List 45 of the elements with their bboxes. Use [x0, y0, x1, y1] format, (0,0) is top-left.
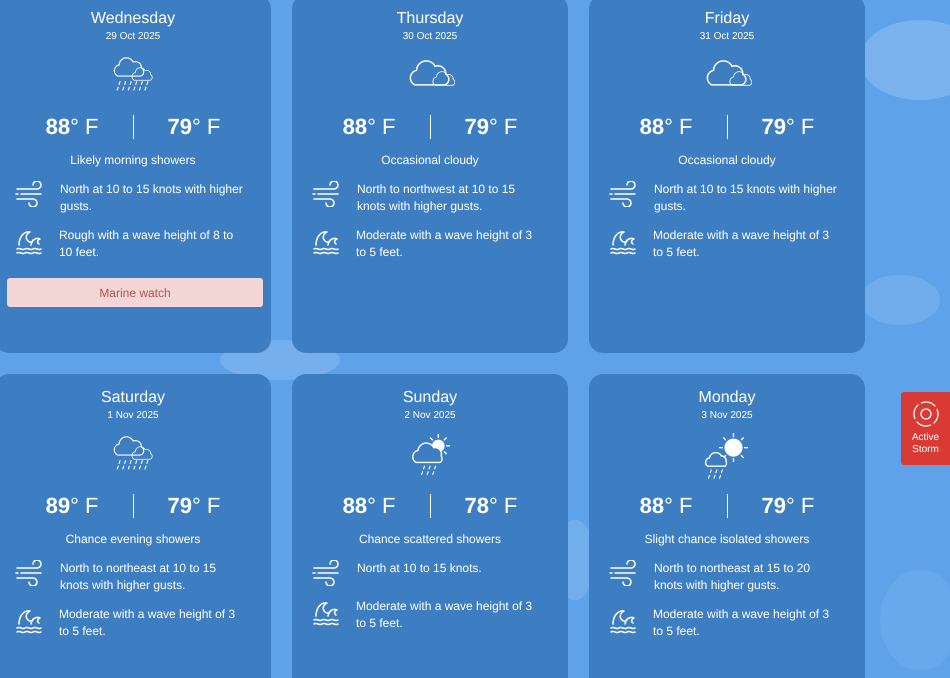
condition-text: Chance scattered showers [358, 531, 502, 547]
low-temperature: 79° F [464, 114, 518, 140]
wave-text: Moderate with a wave height of 3 to 5 feet. [356, 227, 534, 261]
date: 30 Oct 2025 [402, 30, 458, 44]
day-name: Wednesday [90, 9, 176, 29]
date: 1 Nov 2025 [107, 409, 159, 423]
low-temperature: 79° F [762, 493, 814, 519]
wind-text: North to northeast at 15 to 20 knots with higher gusts. [654, 560, 812, 594]
high-temperature: 88° F [342, 114, 396, 140]
condition-text: Occasional cloudy [381, 152, 479, 168]
wind-text: North at 10 to 15 knots. [357, 560, 483, 577]
date: 31 Oct 2025 [700, 30, 754, 44]
hurricane-icon [910, 399, 940, 429]
day-name: Friday [704, 9, 750, 29]
day-name: Monday [698, 388, 756, 408]
wind-text: North to northwest at 10 to 15 knots with higher gusts. [357, 181, 516, 215]
active-storm-button[interactable]: Active Storm [901, 392, 950, 465]
wave-text: Moderate with a wave height of 3 to 5 feet. [653, 227, 830, 261]
day-name: Thursday [396, 9, 464, 29]
wave-text: Moderate with a wave height of 3 to 5 feet. [653, 606, 830, 640]
high-temperature: 88° F [640, 114, 692, 140]
wind-text: North to northeast at 10 to 15 knots with higher gusts. [60, 560, 218, 594]
wave-text: Moderate with a wave height of 3 to 5 feet. [356, 598, 534, 632]
low-temperature: 78° F [464, 493, 518, 519]
high-temperature: 88° F [640, 493, 692, 519]
wind-text: North at 10 to 15 knots with higher gusts. [60, 181, 244, 215]
wave-text: Moderate with a wave height of 3 to 5 feet. [59, 606, 236, 640]
condition-text: Slight chance isolated showers [644, 531, 810, 547]
wind-text: North at 10 to 15 knots with higher gusts. [654, 181, 838, 215]
date: 2 Nov 2025 [404, 409, 456, 423]
date: 3 Nov 2025 [701, 409, 753, 423]
low-temperature: 79° F [168, 493, 220, 519]
date: 29 Oct 2025 [106, 30, 160, 44]
high-temperature: 89° F [46, 493, 98, 519]
day-name: Sunday [402, 388, 458, 408]
marine-watch-button[interactable]: Marine watch [7, 278, 263, 307]
high-temperature: 88° F [342, 493, 396, 519]
low-temperature: 79° F [168, 114, 220, 140]
high-temperature: 88° F [46, 114, 98, 140]
condition-text: Occasional cloudy [678, 152, 776, 168]
day-name: Saturday [100, 388, 166, 408]
condition-text: Likely morning showers [70, 152, 196, 168]
condition-text: Chance evening showers [66, 531, 200, 547]
low-temperature: 79° F [762, 114, 814, 140]
wave-text: Rough with a wave height of 8 to 10 feet. [59, 227, 234, 261]
